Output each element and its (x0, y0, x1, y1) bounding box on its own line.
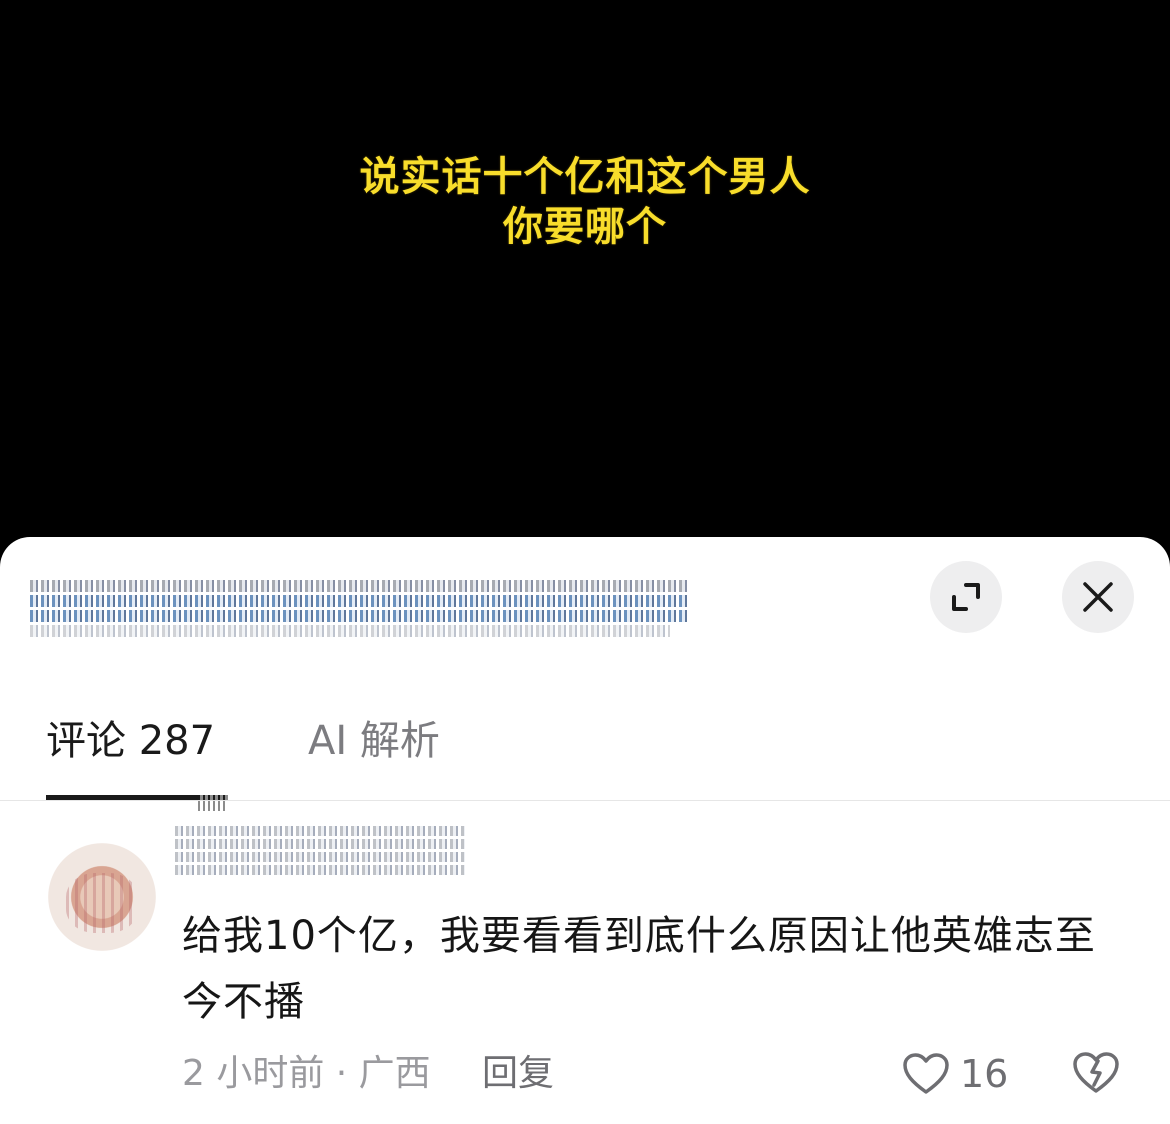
close-icon (1083, 582, 1113, 612)
video-player[interactable]: 说实话十个亿和这个男人 你要哪个 (0, 0, 1170, 545)
avatar[interactable] (48, 843, 156, 951)
like-count: 16 (960, 1052, 1009, 1096)
caption-line-2: 你要哪个 (503, 204, 667, 250)
broken-heart-icon (1073, 1052, 1119, 1093)
comments-sheet: 评论 287 AI 解析 给我10个亿，我要看看到底什么原因让他英雄志至今不播 … (0, 537, 1170, 1124)
pixelated-username[interactable] (175, 823, 470, 879)
comment-time-location: 2 小时前 · 广西 (182, 1053, 431, 1094)
expand-icon (952, 583, 980, 611)
like-button[interactable]: 16 (902, 1049, 1008, 1099)
pixelated-header-text (30, 577, 700, 649)
comment-text: 给我10个亿，我要看看到底什么原因让他英雄志至今不播 (182, 913, 1096, 1025)
video-caption: 说实话十个亿和这个男人 你要哪个 (0, 152, 1170, 252)
close-button[interactable] (1062, 561, 1134, 633)
tab-ai-analysis[interactable]: AI 解析 (308, 713, 440, 769)
caption-line-1: 说实话十个亿和这个男人 (359, 154, 811, 200)
tab-comments[interactable]: 评论 287 (46, 713, 215, 769)
tab-divider (0, 800, 1170, 801)
reply-button[interactable]: 回复 (482, 1049, 554, 1099)
heart-outline-icon (903, 1053, 949, 1094)
dislike-button[interactable] (1072, 1051, 1120, 1099)
expand-button[interactable] (930, 561, 1002, 633)
